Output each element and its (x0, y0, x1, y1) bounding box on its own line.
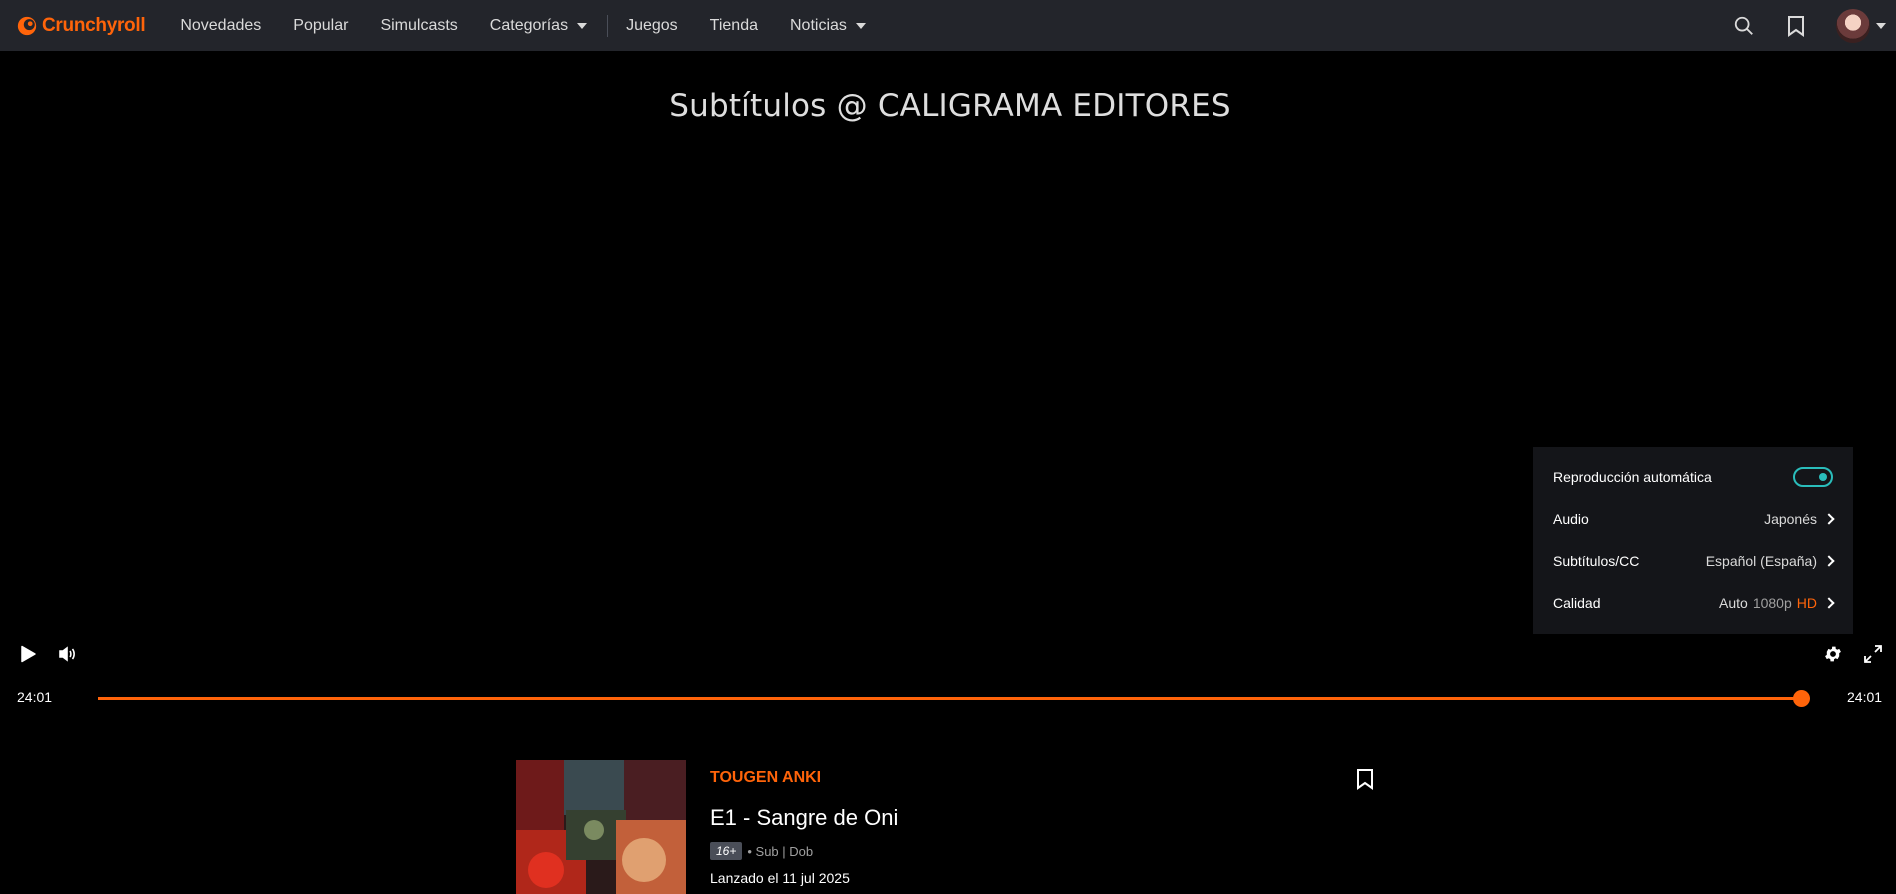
quality-label: Calidad (1553, 595, 1601, 611)
audio-label: Audio (1553, 511, 1589, 527)
play-button[interactable] (16, 642, 40, 666)
autoplay-toggle[interactable] (1793, 467, 1833, 487)
subtitles-label: Subtítulos/CC (1553, 553, 1640, 569)
volume-button[interactable] (56, 642, 80, 666)
quality-auto: Auto (1719, 595, 1748, 611)
avatar[interactable] (1836, 8, 1870, 43)
nav-item-categorias[interactable]: Categorías (490, 17, 588, 35)
nav-item-popular[interactable]: Popular (293, 17, 348, 35)
top-nav: Crunchyroll Novedades Popular Simulcasts… (0, 0, 1896, 51)
logo-text: Crunchyroll (42, 14, 146, 36)
setting-quality[interactable]: Calidad Auto 1080p HD (1553, 582, 1835, 624)
quality-resolution: 1080p (1752, 595, 1792, 611)
audio-value: Japonés (1764, 511, 1817, 527)
fullscreen-icon (1864, 645, 1882, 663)
crunchyroll-logo-icon (17, 16, 37, 35)
settings-button[interactable] (1821, 642, 1845, 666)
bookmark-icon (1357, 769, 1373, 790)
chevron-down-icon[interactable] (1876, 22, 1886, 29)
chevron-down-icon (577, 22, 588, 29)
nav-item-novedades[interactable]: Novedades (180, 17, 261, 35)
episode-bookmark-button[interactable] (1356, 768, 1376, 792)
setting-subtitles[interactable]: Subtítulos/CC Español (España) (1553, 540, 1835, 582)
chevron-down-icon (855, 22, 866, 29)
nav-divider (607, 14, 609, 37)
series-title[interactable]: TOUGEN ANKI (710, 769, 821, 787)
episode-formats: • Sub | Dob (747, 843, 814, 859)
setting-autoplay[interactable]: Reproducción automática (1553, 456, 1833, 498)
search-icon[interactable] (1732, 14, 1756, 38)
maturity-rating-badge: 16+ (710, 842, 743, 860)
progress-fill (98, 697, 1802, 700)
nav-menu: Novedades Popular Simulcasts Categorías … (180, 0, 898, 51)
episode-meta: 16+ • Sub | Dob (710, 842, 813, 860)
nav-item-juegos[interactable]: Juegos (626, 17, 678, 35)
chevron-right-icon (1823, 513, 1835, 525)
setting-audio[interactable]: Audio Japonés (1553, 498, 1835, 540)
chevron-right-icon (1823, 555, 1835, 567)
episode-thumbnail[interactable] (516, 760, 686, 894)
fullscreen-button[interactable] (1861, 642, 1885, 666)
crunchyroll-logo[interactable]: Crunchyroll (16, 14, 146, 37)
autoplay-label: Reproducción automática (1553, 469, 1712, 485)
progress-bar[interactable] (98, 697, 1802, 700)
subtitles-value: Español (España) (1705, 553, 1817, 569)
nav-item-noticias[interactable]: Noticias (790, 17, 866, 35)
nav-item-simulcasts[interactable]: Simulcasts (380, 17, 457, 35)
subtitle-caption: Subtítulos @ CALIGRAMA EDITORES (669, 88, 1231, 124)
nav-right (1732, 0, 1896, 51)
settings-panel: Reproducción automática Audio Japonés Su… (1533, 447, 1853, 634)
progress-scrubber[interactable] (1793, 690, 1810, 707)
bookmark-icon[interactable] (1784, 14, 1808, 38)
toggle-knob (1819, 473, 1827, 481)
current-time: 24:01 (17, 689, 53, 705)
nav-item-tienda[interactable]: Tienda (710, 17, 758, 35)
quality-hd-badge: HD (1796, 595, 1817, 611)
release-date: Lanzado el 11 jul 2025 (710, 870, 850, 886)
gear-icon (1825, 646, 1841, 662)
chevron-right-icon (1823, 597, 1835, 609)
episode-title: E1 - Sangre de Oni (710, 805, 899, 830)
duration-time: 24:01 (1847, 689, 1883, 705)
play-icon (21, 645, 36, 663)
volume-icon (59, 646, 75, 662)
